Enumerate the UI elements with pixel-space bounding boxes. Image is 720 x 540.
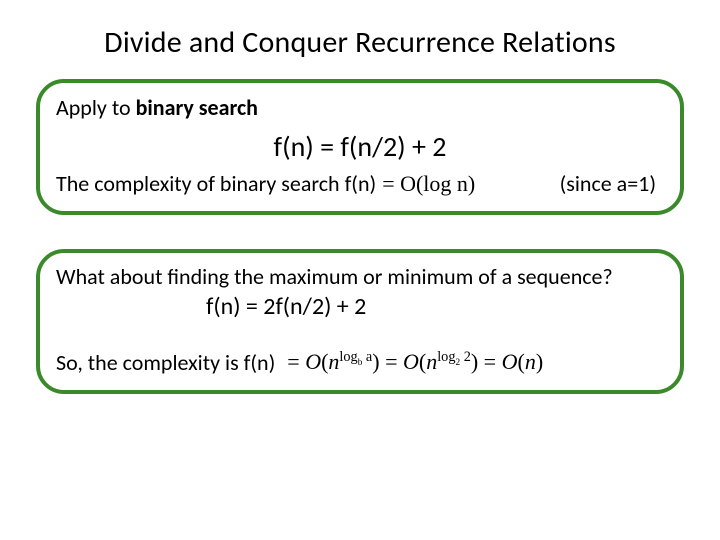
formula-max-min: f(n) = 2f(n/2) + 2	[206, 292, 664, 321]
complexity-row: The complexity of binary search f(n) = O…	[56, 170, 664, 197]
apply-prefix: Apply to	[56, 94, 136, 121]
slide: Divide and Conquer Recurrence Relations …	[0, 0, 720, 540]
slide-title: Divide and Conquer Recurrence Relations	[36, 24, 684, 61]
so-math: = O(nlogb a) = O(nlog2 2) = O(n)	[287, 349, 543, 375]
question-line: What about finding the maximum or minimu…	[56, 263, 664, 290]
formula-binary-search: f(n) = f(n/2) + 2	[56, 129, 664, 164]
complexity-prefix: The complexity of binary search f(n)	[56, 170, 376, 197]
so-prefix: So, the complexity is f(n)	[56, 349, 275, 376]
so-row: So, the complexity is f(n) = O(nlogb a) …	[56, 349, 664, 376]
apply-bold: binary search	[136, 94, 258, 121]
apply-line: Apply to binary search	[56, 93, 664, 123]
complexity-math: = O(log n)	[382, 171, 475, 197]
box-max-min: What about finding the maximum or minimu…	[36, 249, 684, 394]
since-note: (since a=1)	[560, 170, 664, 197]
box-binary-search: Apply to binary search f(n) = f(n/2) + 2…	[36, 79, 684, 215]
